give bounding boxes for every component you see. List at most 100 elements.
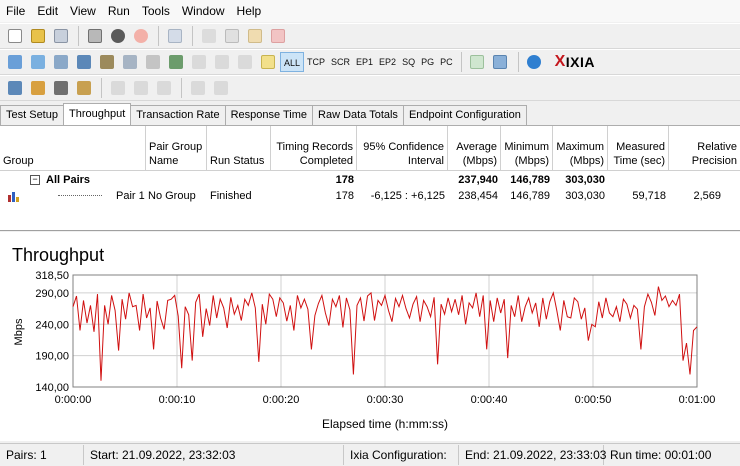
tab-raw-data-totals[interactable]: Raw Data Totals — [312, 105, 404, 125]
network-button[interactable] — [73, 52, 94, 73]
tool-8-button[interactable] — [187, 78, 208, 99]
run-button[interactable] — [107, 26, 128, 47]
menu-tools[interactable]: Tools — [136, 0, 176, 22]
filter-ep1[interactable]: EP1 — [353, 52, 376, 72]
paste-button[interactable] — [244, 26, 265, 47]
table-row-all-pairs[interactable]: − All Pairs 178 237,940 146,789 303,030 — [0, 172, 740, 188]
printer-icon — [87, 29, 102, 43]
col-group[interactable]: Group — [0, 126, 146, 171]
open-button[interactable] — [27, 26, 48, 47]
refresh-icon — [167, 29, 182, 43]
toolbar-separator — [517, 52, 519, 72]
y-tick-label: 318,50 — [35, 270, 69, 282]
status-start-time: Start: 21.09.2022, 23:32:03 — [84, 445, 344, 465]
results-grid: Group Pair Group Name Run Status Timing … — [0, 126, 740, 231]
info-button[interactable] — [524, 52, 545, 73]
tool-5-icon — [110, 81, 125, 95]
script-button[interactable] — [119, 52, 140, 73]
tool-9-button[interactable] — [210, 78, 231, 99]
paste-icon — [247, 29, 262, 43]
window-button[interactable] — [490, 52, 511, 73]
disabled-a-button[interactable] — [188, 52, 209, 73]
tool-3-icon — [53, 81, 68, 95]
timing-button[interactable] — [96, 52, 117, 73]
tool-5-button[interactable] — [107, 78, 128, 99]
pair-icon — [7, 55, 22, 69]
table-row-pair-1[interactable]: Pair 1 No Group Finished 178 -6,125 : +6… — [0, 188, 740, 204]
filter-all[interactable]: ALL — [280, 52, 305, 72]
filter-tcp[interactable]: TCP — [304, 52, 328, 72]
disabled-b-button[interactable] — [211, 52, 232, 73]
edit-script-button[interactable] — [142, 52, 163, 73]
copy-button[interactable] — [221, 26, 242, 47]
number-button[interactable] — [257, 52, 278, 73]
tab-endpoint-configuration[interactable]: Endpoint Configuration — [402, 105, 527, 125]
status-run-time: Run time: 00:01:00 — [610, 448, 712, 462]
new-file-icon — [7, 29, 22, 43]
tab-response-time[interactable]: Response Time — [224, 105, 314, 125]
filter-ep2[interactable]: EP2 — [376, 52, 399, 72]
tool-1-button[interactable] — [4, 78, 25, 99]
cut-button[interactable] — [198, 26, 219, 47]
multicast-button[interactable] — [27, 52, 48, 73]
toolbar-separator — [158, 26, 159, 46]
x-axis-ticks: 0:00:00 0:00:10 0:00:20 0:00:30 0:00:40 0:00:… — [55, 394, 716, 406]
stop-button[interactable] — [130, 26, 151, 47]
refresh-button[interactable] — [164, 26, 185, 47]
menu-run[interactable]: Run — [102, 0, 136, 22]
endpoint-button[interactable] — [50, 52, 71, 73]
export-button[interactable] — [467, 52, 488, 73]
col-pair-group-name[interactable]: Pair Group Name — [146, 126, 207, 171]
menu-file[interactable]: File — [0, 0, 31, 22]
new-file-button[interactable] — [4, 26, 25, 47]
disabled-c-button[interactable] — [234, 52, 255, 73]
x-tick-label: 0:00:10 — [159, 394, 196, 406]
col-confidence[interactable]: 95% Confidence Interval — [357, 126, 448, 171]
delete-icon — [270, 29, 285, 43]
disabled-b-icon — [214, 55, 229, 69]
filter-scr[interactable]: SCR — [328, 52, 353, 72]
pair-1-timing-records: 178 — [335, 190, 354, 202]
col-average[interactable]: Average (Mbps) — [448, 126, 501, 171]
tool-4-button[interactable] — [73, 78, 94, 99]
col-measured-time[interactable]: Measured Time (sec) — [608, 126, 669, 171]
delete-button[interactable] — [267, 26, 288, 47]
col-timing-records[interactable]: Timing Records Completed — [271, 126, 357, 171]
ixia-logo: X IXIA — [555, 53, 595, 71]
col-run-status[interactable]: Run Status — [207, 126, 271, 171]
tab-throughput[interactable]: Throughput — [62, 103, 132, 125]
tool-6-button[interactable] — [130, 78, 151, 99]
filter-toolbar: ALL TCP SCR EP1 EP2 SQ PG PC X IXIA — [0, 49, 740, 75]
y-axis-ticks: 318,50 290,00 240,00 190,00 140,00 — [35, 270, 69, 394]
menu-edit[interactable]: Edit — [31, 0, 64, 22]
col-relative-precision[interactable]: Relative Precision — [669, 126, 740, 171]
tool-3-button[interactable] — [50, 78, 71, 99]
col-minimum[interactable]: Minimum (Mbps) — [501, 126, 553, 171]
menu-view[interactable]: View — [64, 0, 102, 22]
all-pairs-label: All Pairs — [46, 174, 91, 186]
graph-button[interactable] — [165, 52, 186, 73]
tool-2-button[interactable] — [27, 78, 48, 99]
x-axis-label: Elapsed time (h:mm:ss) — [322, 417, 448, 431]
pair-button[interactable] — [4, 52, 25, 73]
pair-1-group-name: No Group — [148, 190, 196, 202]
filter-sq[interactable]: SQ — [399, 52, 418, 72]
disabled-c-icon — [237, 55, 252, 69]
filter-pc[interactable]: PC — [437, 52, 456, 72]
status-pairs: Pairs: 1 — [0, 445, 84, 465]
filter-pg[interactable]: PG — [418, 52, 437, 72]
runner-icon — [110, 29, 125, 43]
save-button[interactable] — [50, 26, 71, 47]
collapse-toggle[interactable]: − — [30, 175, 40, 185]
print-button[interactable] — [84, 26, 105, 47]
tab-test-setup[interactable]: Test Setup — [0, 105, 64, 125]
ixia-logo-text: IXIA — [565, 54, 596, 70]
pair-1-average: 238,454 — [458, 190, 498, 202]
menu-window[interactable]: Window — [176, 0, 231, 22]
main-toolbar — [0, 23, 740, 49]
menu-help[interactable]: Help — [231, 0, 268, 22]
x-tick-label: 0:01:00 — [679, 394, 716, 406]
col-maximum[interactable]: Maximum (Mbps) — [553, 126, 608, 171]
tab-transaction-rate[interactable]: Transaction Rate — [130, 105, 226, 125]
tool-7-button[interactable] — [153, 78, 174, 99]
